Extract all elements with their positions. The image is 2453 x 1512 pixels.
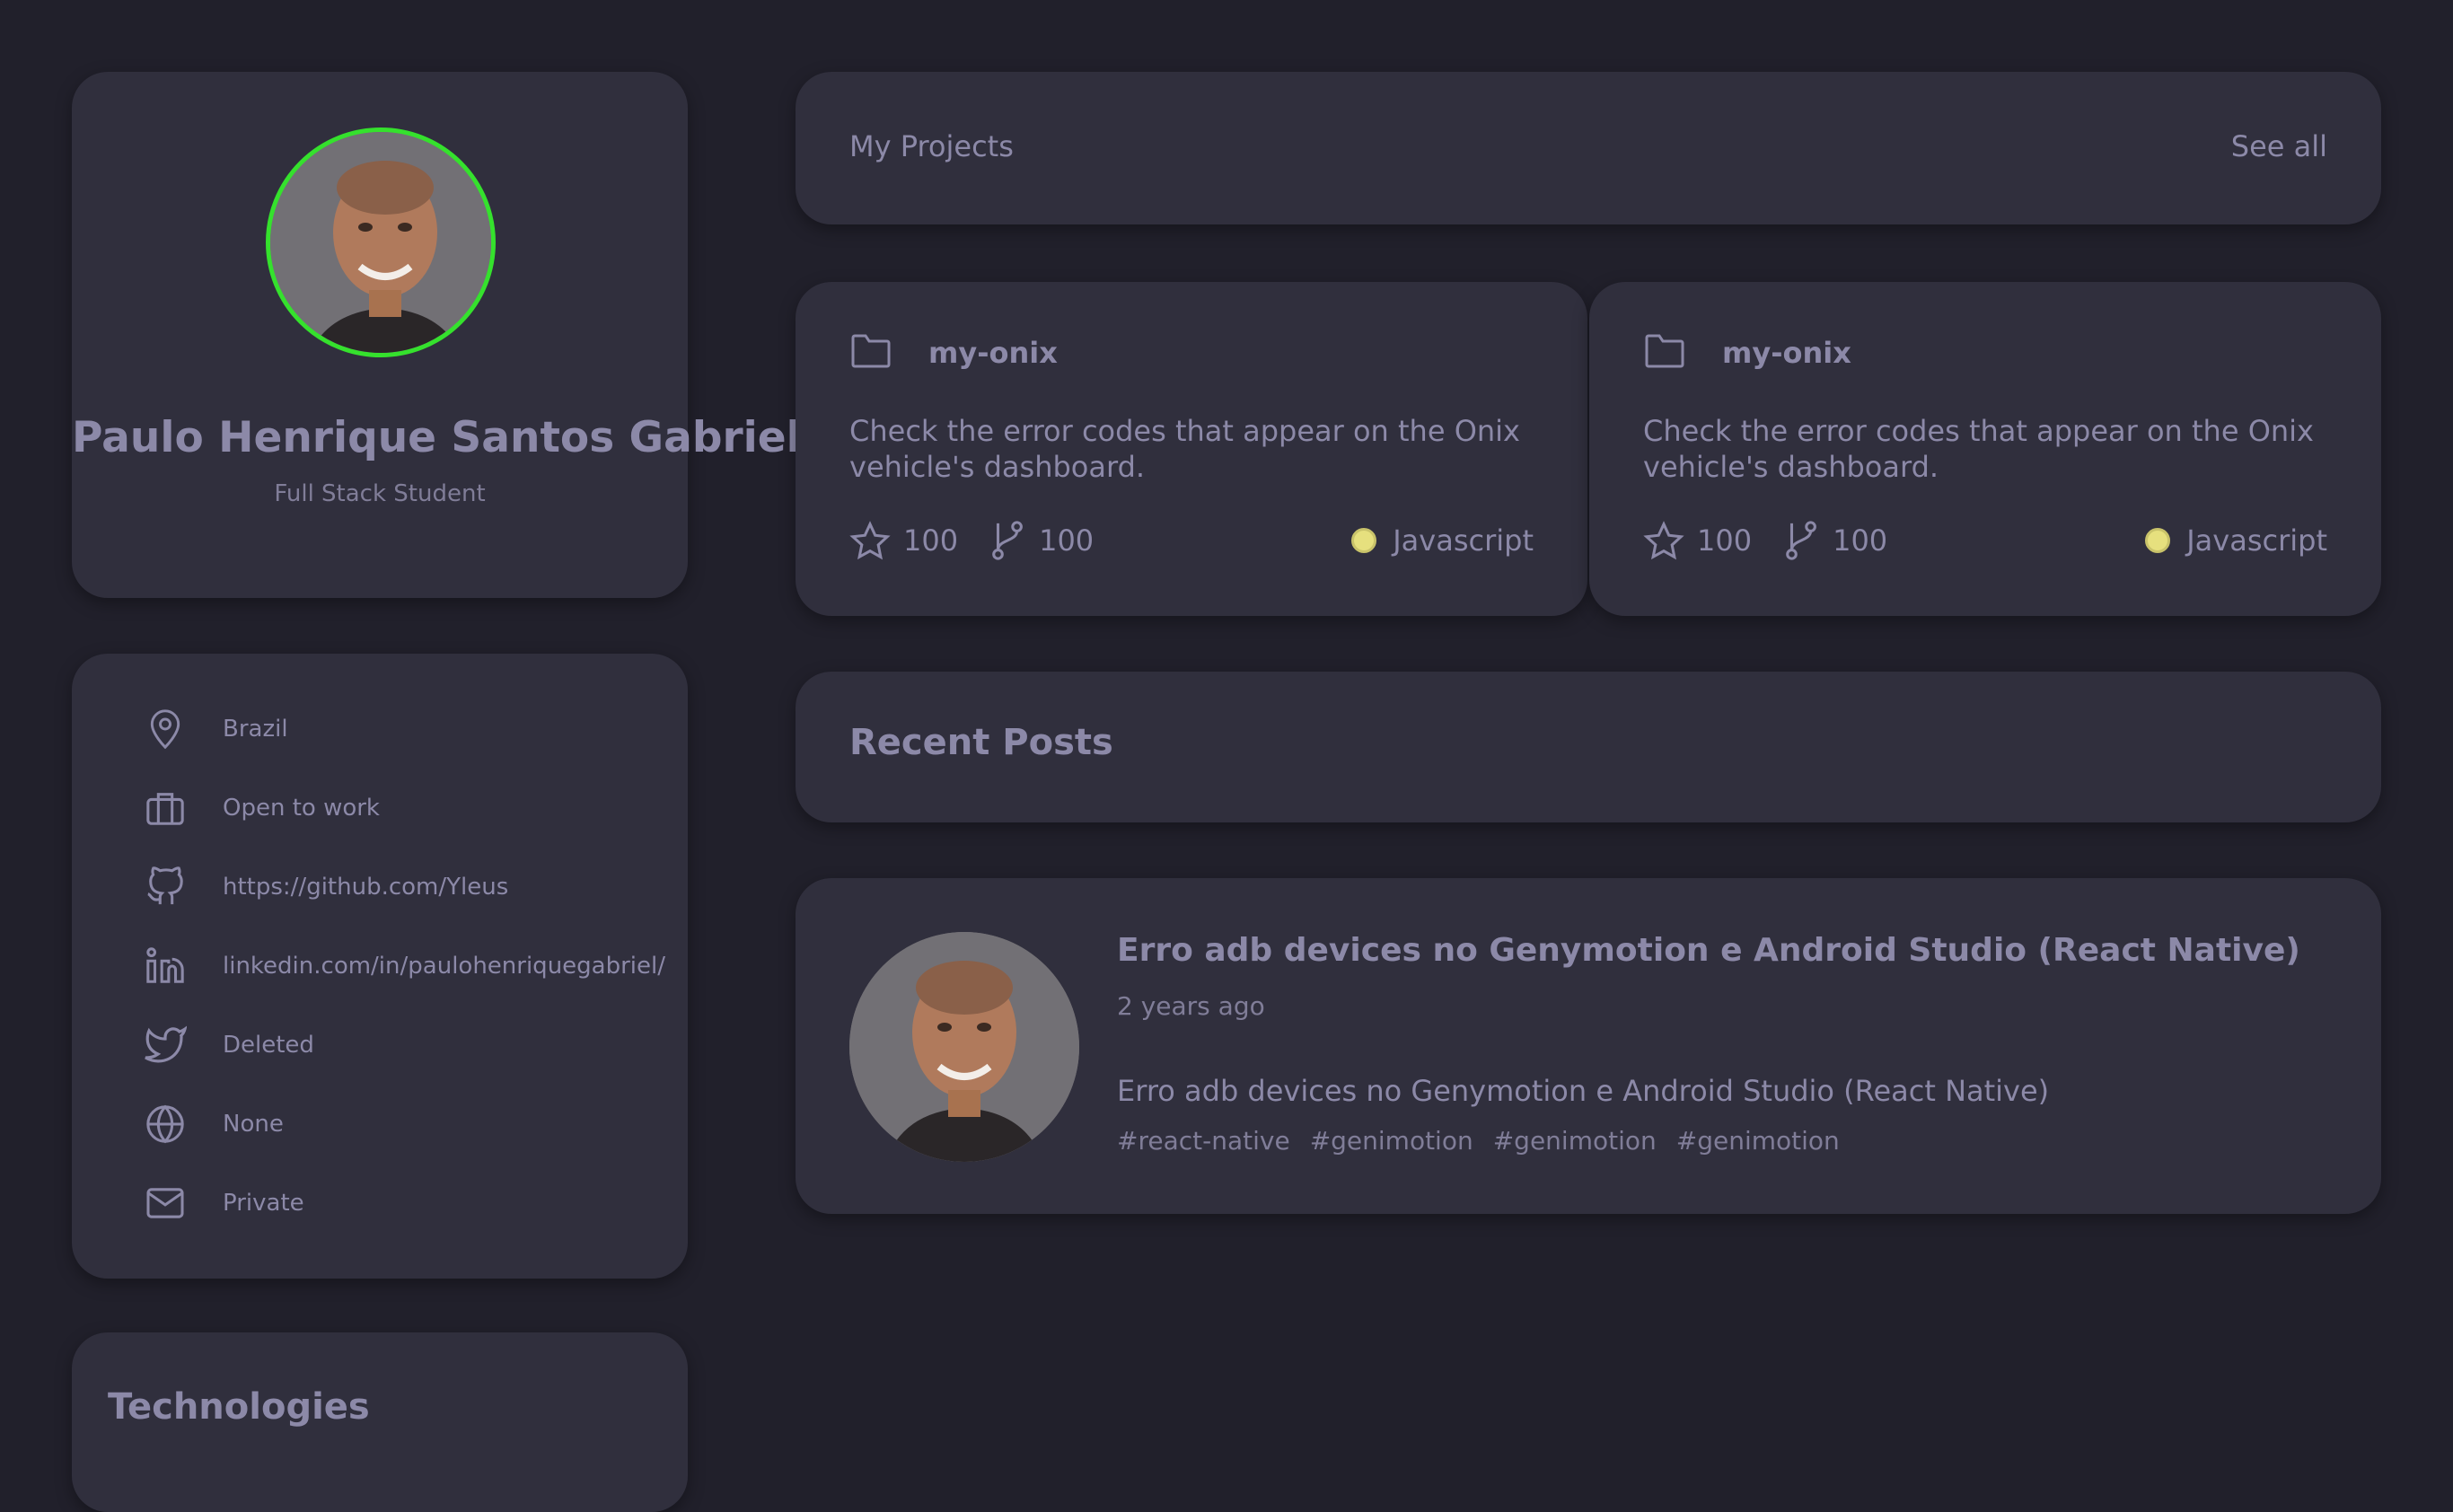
post-tag[interactable]: #genimotion: [1676, 1126, 1840, 1156]
person-photo-icon: [270, 132, 491, 353]
info-item-twitter: Deleted: [144, 1020, 314, 1070]
project-language: Javascript: [2145, 523, 2327, 558]
project-card[interactable]: my-onix Check the error codes that appea…: [1589, 282, 2381, 616]
post-tag[interactable]: #genimotion: [1310, 1126, 1473, 1156]
mail-icon: [144, 1182, 187, 1225]
avatar: [266, 127, 496, 357]
info-label: linkedin.com/in/paulohenriquegabriel/: [223, 953, 665, 980]
info-card: Brazil Open to work https://github.com/Y…: [72, 654, 688, 1279]
posts-title: Recent Posts: [849, 722, 1113, 763]
profile-role: Full Stack Student: [274, 480, 486, 507]
git-fork-icon: [990, 520, 1026, 561]
post-card[interactable]: Erro adb devices no Genymotion e Android…: [796, 878, 2381, 1214]
globe-icon: [144, 1103, 187, 1146]
info-item-work: Open to work: [144, 783, 380, 833]
post-author-avatar: [849, 932, 1079, 1162]
project-name: my-onix: [1722, 336, 1851, 370]
project-card[interactable]: my-onix Check the error codes that appea…: [796, 282, 1587, 616]
twitter-icon: [144, 1024, 187, 1067]
profile-name: Paulo Henrique Santos Gabriel: [72, 413, 801, 462]
technologies-title: Technologies: [108, 1386, 370, 1428]
info-item-website: None: [144, 1099, 284, 1149]
forks-count: 100: [1833, 523, 1888, 558]
git-fork-icon: [1784, 520, 1820, 561]
project-stats: 100 100 Javascript: [1643, 519, 2327, 562]
info-label: None: [223, 1111, 284, 1138]
post-tags: #react-native #genimotion #genimotion #g…: [1117, 1126, 1860, 1156]
info-item-location: Brazil: [144, 704, 288, 754]
see-all-link[interactable]: See all: [2231, 129, 2327, 163]
post-title[interactable]: Erro adb devices no Genymotion e Android…: [1117, 932, 2300, 969]
project-description: Check the error codes that appear on the…: [1643, 414, 2314, 484]
post-date: 2 years ago: [1117, 991, 1265, 1021]
projects-title: My Projects: [849, 129, 1014, 163]
technologies-card: Technologies: [72, 1332, 688, 1512]
forks-stat: 100: [990, 520, 1094, 561]
language-name: Javascript: [2186, 523, 2327, 558]
project-language: Javascript: [1351, 523, 1534, 558]
info-item-github[interactable]: https://github.com/Yleus: [144, 862, 508, 912]
language-dot-icon: [1351, 528, 1377, 553]
info-label: Open to work: [223, 795, 380, 822]
stars-count: 100: [903, 523, 959, 558]
briefcase-icon: [144, 787, 187, 830]
post-body: Erro adb devices no Genymotion e Android…: [1117, 1074, 2050, 1108]
star-icon: [849, 521, 891, 560]
profile-card: Paulo Henrique Santos Gabriel Full Stack…: [72, 72, 801, 598]
project-name: my-onix: [928, 336, 1058, 370]
linkedin-icon: [144, 945, 187, 988]
projects-header: My Projects See all: [796, 72, 2381, 224]
info-item-email: Private: [144, 1178, 304, 1228]
project-description: Check the error codes that appear on the…: [849, 414, 1520, 484]
stars-count: 100: [1697, 523, 1753, 558]
info-label: Brazil: [223, 716, 288, 743]
star-icon: [1643, 521, 1684, 560]
stars-stat: 100: [1643, 521, 1752, 560]
language-dot-icon: [2145, 528, 2171, 553]
stars-stat: 100: [849, 521, 958, 560]
posts-header: Recent Posts: [796, 672, 2381, 822]
project-stats: 100 100 Javascript: [849, 519, 1534, 562]
language-name: Javascript: [1393, 523, 1534, 558]
info-item-linkedin[interactable]: linkedin.com/in/paulohenriquegabriel/: [144, 941, 665, 991]
forks-count: 100: [1039, 523, 1095, 558]
post-tag[interactable]: #react-native: [1117, 1126, 1290, 1156]
info-label: https://github.com/Yleus: [223, 874, 509, 901]
folder-icon: [849, 332, 892, 370]
info-label: Deleted: [223, 1032, 314, 1059]
info-label: Private: [223, 1190, 304, 1217]
github-icon: [144, 866, 187, 909]
map-pin-icon: [144, 708, 187, 751]
forks-stat: 100: [1784, 520, 1887, 561]
folder-icon: [1643, 332, 1686, 370]
post-tag[interactable]: #genimotion: [1493, 1126, 1657, 1156]
person-photo-icon: [849, 932, 1079, 1162]
